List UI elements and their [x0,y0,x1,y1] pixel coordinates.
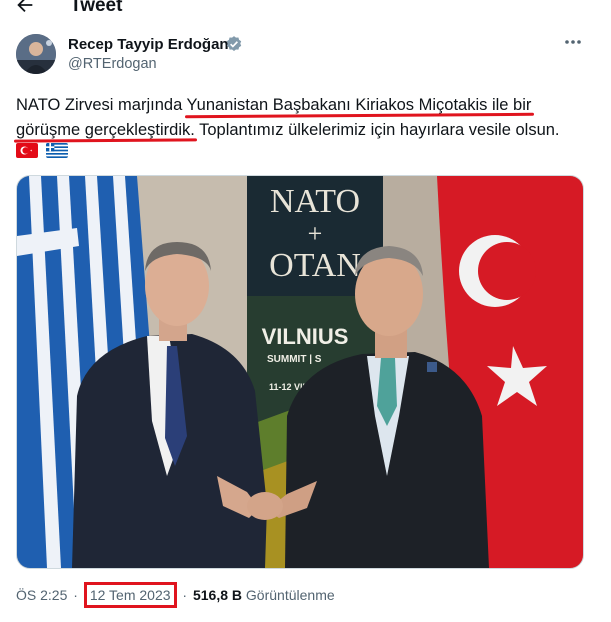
top-bar: Tweet [0,0,611,22]
banner-plus-text: + [308,219,323,248]
views-label: Görüntülenme [245,587,335,603]
turkey-flag-icon [16,143,38,158]
banner-city-text: VILNIUS [262,324,349,349]
arrow-left-icon[interactable] [14,0,36,16]
meta-separator: · [73,587,78,603]
banner-summit-text: SUMMIT | S [267,354,322,365]
tweet-meta: ÖS 2:25 · 12 Tem 2023 · 516,8 B Görüntül… [16,582,335,608]
views-count: 516,8 B [192,587,243,603]
tweet-time[interactable]: ÖS 2:25 [16,587,67,603]
greece-flag-icon [46,143,69,158]
tweet-text-part: NATO Zirvesi marjında [16,96,187,114]
author-handle[interactable]: @RTErdogan [68,56,157,72]
meta-separator: · [182,587,188,603]
flag-emojis [16,143,72,161]
avatar[interactable] [16,34,56,74]
highlighted-text: Yunanistan Başbakanı Kiriakos Miçotakis … [186,96,532,114]
banner-nato-text: NATO [270,183,360,220]
more-options-icon[interactable] [562,34,584,50]
tweet-text: NATO Zirvesi marjında Yunanistan Başbaka… [16,93,596,143]
highlighted-text: görüşme gerçekleştirdik. [16,121,195,139]
tweet-text-part: Toplantımız ülkelerimiz için hayırlara v… [194,121,560,139]
tweet-photo[interactable]: NATO + OTAN VILNIUS SUMMIT | S 11-12 VII [16,175,584,569]
tweet-date[interactable]: 12 Tem 2023 [83,582,177,608]
verified-badge-icon [226,36,242,51]
author-name[interactable]: Recep Tayyip Erdoğan [68,36,229,53]
page-title: Tweet [70,0,123,16]
banner-otan-text: OTAN [269,247,361,284]
